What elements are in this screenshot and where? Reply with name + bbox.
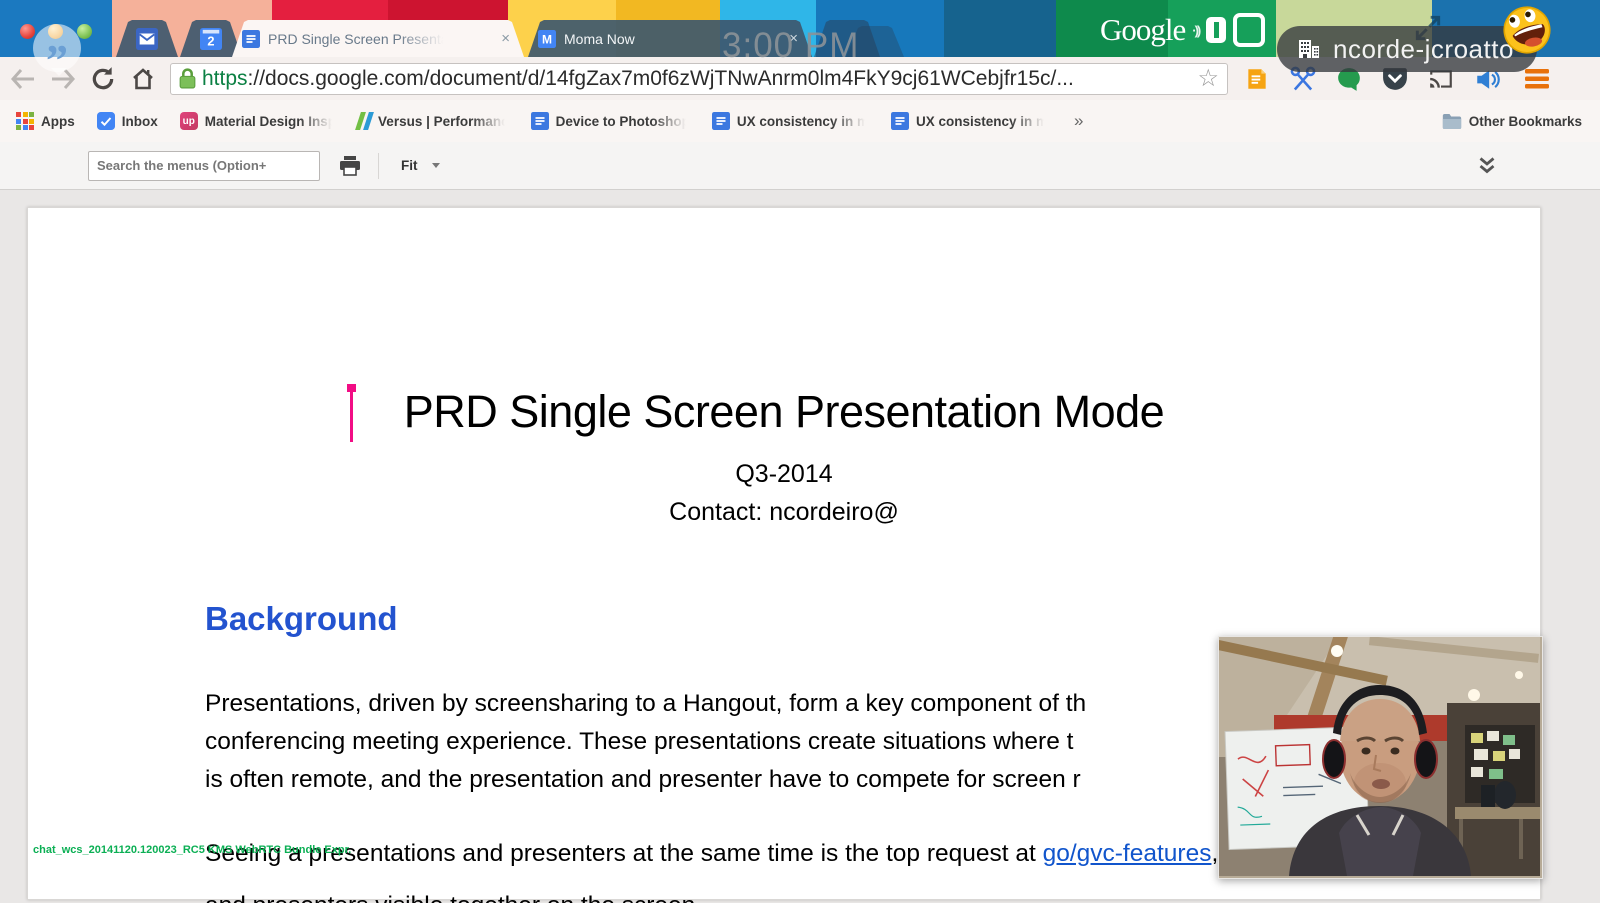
doc-paragraph-line: conferencing meeting experience. These p… bbox=[205, 728, 1073, 756]
doc-meta-contact: Contact: ncordeiro@ bbox=[28, 498, 1540, 527]
bookmark-label: Versus | Performanc bbox=[378, 114, 509, 129]
doc-heading-background: Background bbox=[205, 600, 398, 638]
bookmark-material-design[interactable]: up Material Design Insp bbox=[180, 112, 336, 130]
presenter-name: ncorde-jcroatto bbox=[1333, 34, 1514, 65]
bookmarks-bar: Apps Inbox up Material Design Insp Versu… bbox=[0, 100, 1600, 143]
building-icon bbox=[1297, 37, 1321, 61]
back-button[interactable] bbox=[6, 62, 40, 96]
bookmark-label: UX consistency in m bbox=[916, 114, 1048, 129]
docs-menu-search-input[interactable] bbox=[88, 151, 320, 181]
google-io-logo: Google ·)) bbox=[1100, 12, 1265, 48]
secure-lock-icon bbox=[179, 68, 196, 89]
presenter-badge: ncorde-jcroatto bbox=[1277, 26, 1537, 72]
bookmark-star-icon[interactable]: ☆ bbox=[1197, 64, 1219, 93]
address-bar[interactable]: https ://docs.google.com/document/d/14fg… bbox=[170, 63, 1228, 95]
gmail-icon bbox=[136, 28, 158, 50]
laughing-emoji-icon bbox=[1497, 0, 1557, 60]
bookmark-label: Other Bookmarks bbox=[1469, 114, 1582, 129]
calendar-icon: 2 bbox=[200, 28, 222, 50]
svg-text:M: M bbox=[542, 32, 552, 46]
doc-paragraph-line-clipped: and presenters visible together on the s… bbox=[205, 892, 695, 903]
print-button[interactable] bbox=[338, 155, 362, 177]
bookmark-ux-consistency-1[interactable]: UX consistency in m bbox=[712, 112, 869, 130]
bookmarks-overflow-chevron[interactable]: » bbox=[1074, 111, 1083, 131]
bookmark-label: Inbox bbox=[122, 114, 158, 129]
docs-icon bbox=[712, 112, 730, 130]
toolbar-separator bbox=[378, 153, 379, 179]
clock-text: 3:00 PM bbox=[722, 26, 859, 66]
zoom-select[interactable]: Fit bbox=[401, 158, 440, 173]
bookmark-label: Device to Photoshop bbox=[556, 114, 690, 129]
io-arcs-icon: ·)) bbox=[1192, 23, 1199, 38]
google-wordmark: Google bbox=[1100, 12, 1185, 48]
doc-meta-quarter: Q3-2014 bbox=[28, 460, 1540, 489]
bookmark-label: Material Design Insp bbox=[205, 114, 336, 129]
moma-icon: M bbox=[538, 30, 556, 48]
bookmark-versus[interactable]: Versus | Performanc bbox=[358, 112, 509, 130]
tab-title: Moma Now bbox=[564, 31, 635, 47]
notes-extension-icon[interactable] bbox=[1240, 62, 1274, 96]
doc-title: PRD Single Screen Presentation Mode bbox=[28, 386, 1540, 438]
folder-icon bbox=[1442, 113, 1462, 130]
svg-text:2: 2 bbox=[207, 33, 214, 48]
zoom-value: Fit bbox=[401, 158, 418, 173]
bookmark-device-to-photoshop[interactable]: Device to Photoshop bbox=[531, 112, 690, 130]
bookmark-other-bookmarks[interactable]: Other Bookmarks bbox=[1442, 113, 1582, 130]
bookmark-label: UX consistency in m bbox=[737, 114, 869, 129]
tab-close-icon[interactable]: × bbox=[497, 30, 514, 47]
webcam-scene bbox=[1219, 637, 1540, 876]
tab-title: PRD Single Screen Presenta bbox=[268, 31, 449, 47]
inbox-icon bbox=[97, 112, 115, 130]
zoom-window-button[interactable] bbox=[77, 24, 92, 39]
bookmark-inbox[interactable]: Inbox bbox=[97, 112, 158, 130]
webrtc-debug-text: chat_wcs_20141120.120023_RC5 KMS WebRTC … bbox=[33, 844, 351, 856]
chevron-down-icon bbox=[432, 163, 440, 168]
self-video-tile[interactable] bbox=[1218, 636, 1543, 879]
doc-paragraph-line: Presentations, driven by screensharing t… bbox=[205, 690, 1086, 718]
docs-toolbar: Fit bbox=[0, 142, 1600, 190]
bookmark-ux-consistency-2[interactable]: UX consistency in m bbox=[891, 112, 1048, 130]
docs-icon bbox=[891, 112, 909, 130]
versus-icon bbox=[358, 112, 371, 130]
close-window-button[interactable] bbox=[20, 24, 35, 39]
home-button[interactable] bbox=[126, 62, 160, 96]
stripe bbox=[944, 0, 1056, 57]
uplabs-icon: up bbox=[180, 112, 198, 130]
docs-icon bbox=[531, 112, 549, 130]
doc-paragraph-line: Seeing a presentations and presenters at… bbox=[205, 840, 1218, 868]
bookmark-label: Apps bbox=[41, 114, 75, 129]
io-i-icon bbox=[1206, 17, 1226, 43]
bookmark-apps[interactable]: Apps bbox=[16, 112, 75, 130]
doc-paragraph-line: is often remote, and the presentation an… bbox=[205, 766, 1081, 794]
reload-button[interactable] bbox=[86, 62, 120, 96]
collapse-menus-button[interactable] bbox=[1474, 152, 1500, 183]
gvc-features-link[interactable]: go/gvc-features bbox=[1043, 840, 1212, 867]
tab-prd-doc[interactable]: PRD Single Screen Presenta × bbox=[232, 20, 524, 57]
docs-icon bbox=[242, 30, 260, 48]
io-o-icon bbox=[1233, 13, 1265, 47]
apps-grid-icon bbox=[16, 112, 34, 130]
chat-quote-bubble: ” bbox=[33, 24, 81, 72]
url-text: ://docs.google.com/document/d/14fgZax7m0… bbox=[248, 67, 1192, 91]
url-scheme: https bbox=[202, 67, 248, 91]
